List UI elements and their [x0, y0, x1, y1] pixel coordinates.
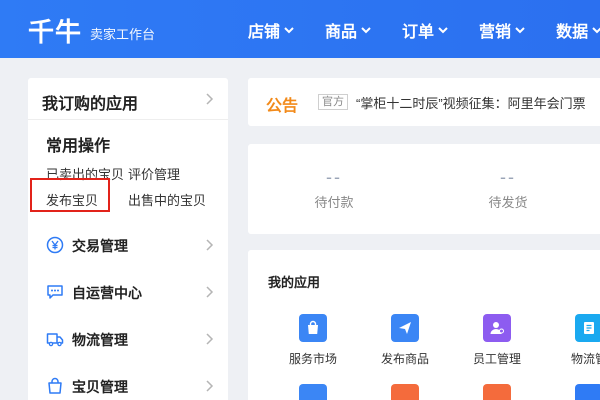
send-icon: [391, 314, 419, 342]
menu-item-trade-management[interactable]: 交易管理: [28, 226, 228, 266]
app-icon-row2[interactable]: [299, 384, 327, 400]
chevron-right-icon: [206, 93, 214, 105]
nav-item-orders[interactable]: 订单: [402, 18, 449, 42]
yen-circle-icon: [46, 236, 64, 254]
stat-value: --: [326, 167, 342, 187]
nav-item-marketing[interactable]: 营销: [479, 18, 526, 42]
chevron-down-icon: [438, 27, 448, 34]
app-icon-row2[interactable]: [483, 384, 511, 400]
menu-item-label: 宝贝管理: [72, 379, 128, 395]
menu-item-logistics-management[interactable]: 物流管理: [28, 320, 228, 360]
menu-item-label: 自运营中心: [72, 285, 142, 301]
menu-item-label: 交易管理: [72, 238, 128, 254]
nav-item-label: 商品: [325, 24, 358, 41]
chevron-down-icon: [515, 27, 525, 34]
panel-title: 我订购的应用: [42, 96, 139, 113]
official-tag: 官方: [318, 94, 348, 110]
stat-pending-shipment[interactable]: -- 待发货: [468, 168, 548, 211]
stat-pending-payment[interactable]: -- 待付款: [294, 168, 374, 211]
nav-item-label: 店铺: [248, 24, 281, 41]
my-apps-title: 我的应用: [268, 275, 321, 290]
my-apps-card: 我的应用 服务市场 发布商品 员工管理 物流管: [248, 250, 600, 400]
announcement-label: 公告: [266, 98, 299, 115]
highlight-box: [30, 178, 110, 212]
app-logistics[interactable]: 物流管: [554, 314, 600, 367]
items-on-sale-link[interactable]: 出售中的宝贝: [128, 190, 206, 209]
app-logo[interactable]: 千牛: [28, 12, 82, 49]
chevron-right-icon: [206, 286, 214, 298]
app-label: 员工管理: [472, 352, 521, 366]
menu-item-label: 物流管理: [72, 332, 128, 348]
menu-item-self-operation-center[interactable]: 自运营中心: [28, 273, 228, 313]
chevron-right-icon: [206, 239, 214, 251]
app-label: 物流管: [570, 352, 600, 366]
app-icon-row2[interactable]: [575, 384, 600, 400]
menu-item-item-management[interactable]: 宝贝管理: [28, 367, 228, 400]
review-management-link[interactable]: 评价管理: [128, 164, 180, 183]
order-stats-card: -- 待付款 -- 待发货: [248, 144, 600, 234]
app-subtitle: 卖家工作台: [90, 27, 156, 42]
app-publish-product[interactable]: 发布商品: [370, 314, 440, 367]
announcement-link[interactable]: “掌柜十二时辰”视频征集：阿里年会门票: [356, 93, 586, 112]
nav-item-data[interactable]: 数据: [556, 18, 600, 42]
nav-item-products[interactable]: 商品: [325, 18, 372, 42]
main-nav: 店铺 商品 订单 营销 数据: [248, 18, 600, 42]
nav-item-shop[interactable]: 店铺: [248, 18, 295, 42]
chevron-down-icon: [361, 27, 371, 34]
app-label: 服务市场: [288, 352, 337, 366]
shopping-bag-icon: [299, 314, 327, 342]
nav-item-label: 营销: [479, 24, 512, 41]
chevron-right-icon: [206, 333, 214, 345]
chevron-right-icon: [206, 380, 214, 392]
app-icon-row2[interactable]: [391, 384, 419, 400]
logistics-icon: [575, 314, 600, 342]
app-service-market[interactable]: 服务市场: [278, 314, 348, 367]
truck-icon: [46, 333, 64, 347]
chevron-down-icon: [592, 27, 600, 34]
nav-item-label: 订单: [402, 24, 435, 41]
chat-icon: [47, 285, 63, 299]
stat-label: 待付款: [314, 195, 354, 210]
stat-value: --: [500, 167, 516, 187]
announcement-bar: 公告 官方 “掌柜十二时辰”视频征集：阿里年会门票: [248, 78, 600, 126]
app-label: 发布商品: [380, 352, 429, 366]
chevron-down-icon: [284, 27, 294, 34]
stat-label: 待发货: [488, 195, 528, 210]
subscribed-apps-panel: 我订购的应用 常用操作 已卖出的宝贝 评价管理 发布宝贝 出售中的宝贝 交易管理…: [28, 78, 228, 400]
top-navigation-bar: 千牛 卖家工作台 店铺 商品 订单 营销 数据: [0, 0, 600, 58]
common-actions-title: 常用操作: [46, 138, 111, 155]
subscribed-apps-header[interactable]: 我订购的应用: [28, 78, 228, 120]
nav-item-label: 数据: [556, 24, 589, 41]
user-icon: [483, 314, 511, 342]
app-staff-management[interactable]: 员工管理: [462, 314, 532, 367]
bag-icon: [48, 377, 62, 394]
